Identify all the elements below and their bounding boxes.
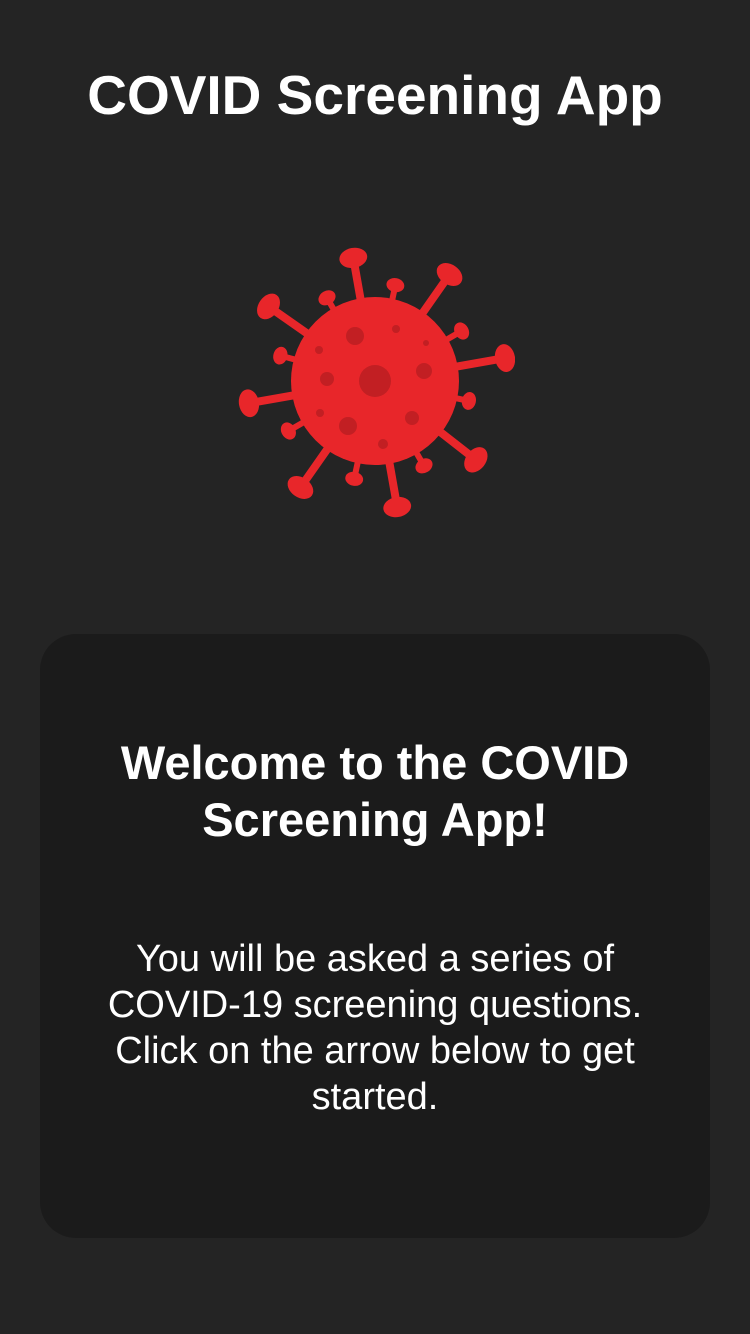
welcome-card: Welcome to the COVID Screening App! You …	[40, 634, 710, 1238]
instructions-text: You will be asked a series of COVID-19 s…	[107, 938, 643, 1118]
virus-illustration	[235, 240, 515, 520]
welcome-heading: Welcome to the COVID Screening App!	[120, 736, 630, 846]
app-title: COVID Screening App	[87, 64, 663, 126]
virus-icon	[238, 247, 515, 518]
